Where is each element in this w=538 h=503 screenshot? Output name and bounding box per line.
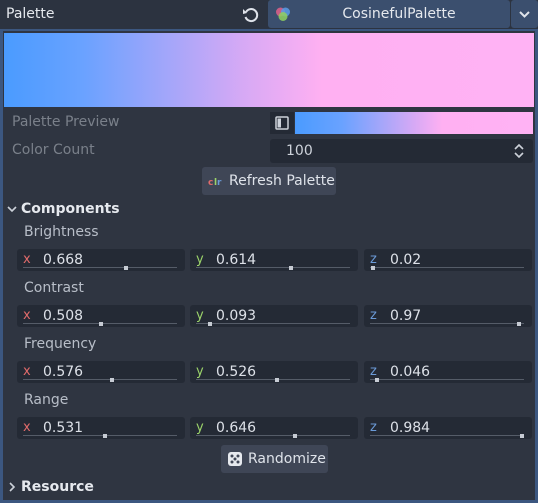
slider-grabber[interactable] — [293, 434, 298, 438]
slider-grabber[interactable] — [288, 266, 293, 270]
vector-field-z[interactable]: z 0.02 — [364, 249, 532, 271]
slider-grabber[interactable] — [517, 322, 522, 326]
components-section-header[interactable]: Components — [6, 199, 120, 219]
vector-field-x[interactable]: x 0.531 — [17, 417, 185, 439]
component-group-label: Frequency — [24, 336, 97, 352]
vector-field-z[interactable]: z 0.984 — [364, 417, 532, 439]
slider-track[interactable] — [23, 379, 177, 380]
palette-preview-label: Palette Preview — [12, 114, 120, 130]
color-count-value[interactable]: 100 — [286, 139, 313, 163]
color-count-label: Color Count — [12, 142, 95, 158]
slider-track[interactable] — [370, 435, 524, 436]
svg-text:r: r — [217, 178, 222, 188]
resource-dropdown-button[interactable] — [511, 0, 538, 28]
color-count-spinbox[interactable]: 100 — [270, 139, 533, 163]
chevron-right-icon — [9, 482, 16, 492]
palette-gradient — [4, 33, 534, 107]
chevron-down-icon — [7, 206, 17, 213]
resource-title: Resource — [21, 479, 94, 495]
refresh-palette-label: Refresh Palette — [229, 173, 335, 189]
property-header: Palette CosinefulPalette — [0, 0, 538, 30]
slider-grabber[interactable] — [519, 434, 524, 438]
slider-grabber[interactable] — [99, 322, 104, 326]
dice-icon — [228, 452, 242, 466]
slider-grabber[interactable] — [109, 378, 114, 382]
slider-grabber[interactable] — [275, 378, 279, 382]
vector-field-y[interactable]: y 0.093 — [190, 305, 358, 327]
randomize-button[interactable]: Randomize — [221, 445, 328, 473]
preview-toggle[interactable] — [270, 112, 294, 134]
refresh-palette-button[interactable]: c l r Refresh Palette — [202, 167, 336, 195]
vector-field-z[interactable]: z 0.046 — [364, 361, 532, 383]
vector-field-x[interactable]: x 0.576 — [17, 361, 185, 383]
resource-name: CosinefulPalette — [342, 6, 456, 22]
components-title: Components — [21, 201, 120, 217]
slider-grabber[interactable] — [123, 266, 128, 270]
svg-text:c: c — [208, 178, 213, 188]
slider-track[interactable] — [23, 267, 177, 268]
vector-field-y[interactable]: y 0.646 — [190, 417, 358, 439]
component-group-label: Contrast — [24, 280, 84, 296]
property-label: Palette — [6, 6, 55, 22]
slider-track[interactable] — [370, 379, 524, 380]
slider-grabber[interactable] — [375, 378, 380, 382]
vector-field-z[interactable]: z 0.97 — [364, 305, 532, 327]
slider-track[interactable] — [196, 267, 350, 268]
slider-track[interactable] — [23, 435, 177, 436]
slider-track[interactable] — [370, 323, 524, 324]
component-group-label: Range — [24, 392, 69, 408]
palette-preview-bar — [295, 112, 533, 134]
randomize-label: Randomize — [248, 451, 326, 467]
component-group-label: Brightness — [24, 224, 99, 240]
vector-field-x[interactable]: x 0.668 — [17, 249, 185, 271]
slider-track[interactable] — [370, 267, 524, 268]
revert-icon[interactable] — [242, 6, 260, 24]
slider-grabber[interactable] — [371, 266, 376, 270]
slider-grabber[interactable] — [208, 322, 213, 326]
vector-field-y[interactable]: y 0.526 — [190, 361, 358, 383]
resource-picker-button[interactable]: CosinefulPalette — [268, 0, 510, 28]
panel-icon — [275, 116, 289, 130]
slider-grabber[interactable] — [102, 434, 107, 438]
resource-section-header[interactable]: Resource — [6, 477, 94, 497]
spinner-arrows-icon[interactable] — [513, 143, 525, 159]
vector-field-y[interactable]: y 0.614 — [190, 249, 358, 271]
clr-icon: c l r — [208, 178, 222, 188]
vector-field-x[interactable]: x 0.508 — [17, 305, 185, 327]
slider-track[interactable] — [196, 379, 350, 380]
slider-track[interactable] — [196, 323, 350, 324]
chevron-down-icon — [519, 11, 530, 18]
slider-track[interactable] — [196, 435, 350, 436]
